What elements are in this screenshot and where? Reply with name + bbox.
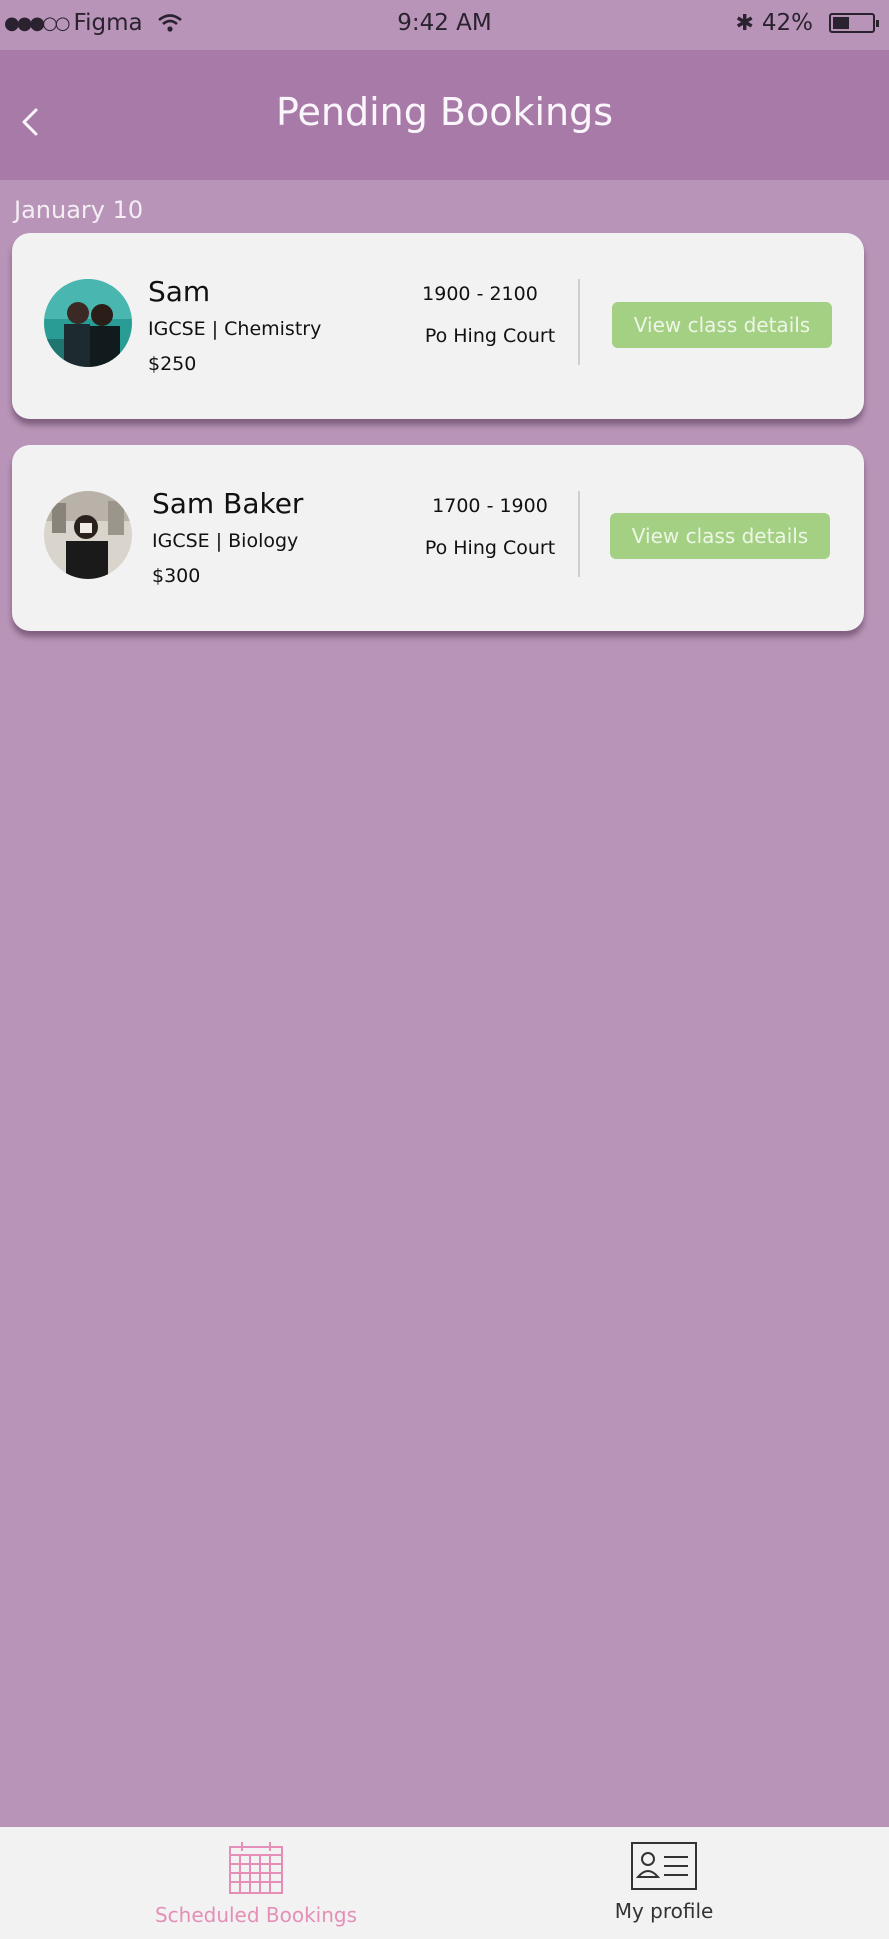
battery-icon [829,13,879,33]
card-divider [578,491,580,577]
calendar-icon [229,1842,283,1894]
class-location: Po Hing Court [424,325,556,347]
student-name: Sam Baker [152,487,304,520]
class-location: Po Hing Court [424,537,556,559]
tab-label: My profile [614,1899,714,1923]
student-price: $250 [148,353,197,375]
student-subject: IGCSE | Chemistry [148,318,322,340]
student-name: Sam [148,275,211,308]
avatar-photo [44,491,132,579]
class-time: 1700 - 1900 [432,495,548,517]
status-bar: ●●●○○ Figma 9:42 AM ✱ 42% [0,0,889,50]
battery-level [833,17,849,29]
view-class-details-button[interactable]: View class details [612,302,832,348]
date-group-label: January 10 [14,196,144,224]
booking-card: Sam IGCSE | Chemistry $250 1900 - 2100 P… [12,233,864,419]
card-divider [578,279,580,365]
tab-scheduled-bookings[interactable]: Scheduled Bookings [106,1827,406,1939]
avatar [44,491,132,579]
avatar-photo [44,279,132,367]
booking-card: Sam Baker IGCSE | Biology $300 1700 - 19… [12,445,864,631]
tab-my-profile[interactable]: My profile [514,1827,814,1939]
bluetooth-icon: ✱ [735,10,754,36]
student-subject: IGCSE | Biology [152,530,299,552]
avatar [44,279,132,367]
page-title: Pending Bookings [275,90,614,134]
bottom-tab-bar: Scheduled Bookings My profile [0,1827,889,1939]
student-price: $300 [152,565,201,587]
pending-bookings-screen: ●●●○○ Figma 9:42 AM ✱ 42% Pending Bookin… [0,0,889,1939]
tab-label: Scheduled Bookings [154,1903,358,1927]
battery-percent: 42% [761,10,813,36]
status-right: ✱ 42% [735,10,879,36]
class-time: 1900 - 2100 [422,283,538,305]
view-class-details-button[interactable]: View class details [610,513,830,559]
app-header: Pending Bookings [0,50,889,180]
profile-card-icon [631,1842,697,1890]
